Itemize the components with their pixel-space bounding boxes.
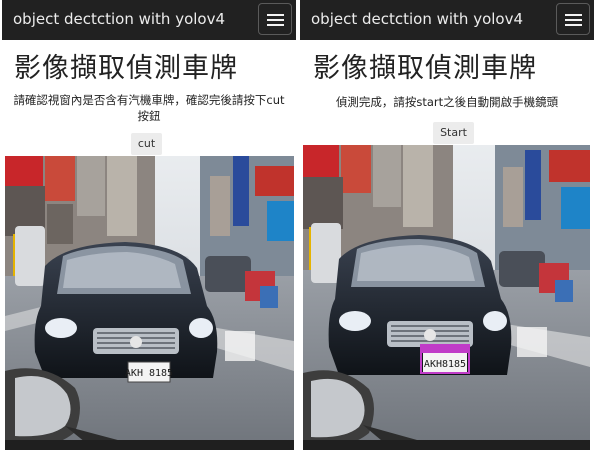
navbar: object dectction with yolov4 (300, 0, 594, 40)
street-scene: AKH8185 (303, 145, 590, 450)
cut-button[interactable]: cut (131, 133, 162, 155)
camera-frame-image: AKH 8185 (5, 156, 294, 450)
detection-label-bar (421, 345, 469, 353)
page-title: 影像擷取偵測車牌 (14, 53, 238, 84)
left-screen: object dectction with yolov4 影像擷取偵測車牌 請確… (2, 0, 296, 450)
menu-toggle-button[interactable] (556, 3, 590, 35)
detection-result-image: AKH8185 (303, 145, 590, 450)
page-title: 影像擷取偵測車牌 (313, 53, 537, 84)
instruction-text: 偵測完成，請按start之後自動開啟手機鏡頭 (335, 95, 559, 109)
street-scene: AKH 8185 (5, 156, 294, 450)
navbar-brand[interactable]: object dectction with yolov4 (311, 10, 523, 28)
navbar-brand[interactable]: object dectction with yolov4 (13, 10, 225, 28)
license-plate-text: AKH8185 (424, 359, 466, 370)
navbar: object dectction with yolov4 (2, 0, 296, 40)
instruction-text: 請確認視窗內是否含有汽機車牌，確認完後請按下cut按鈕 (13, 93, 285, 123)
menu-toggle-button[interactable] (258, 3, 292, 35)
start-button[interactable]: Start (433, 122, 474, 144)
right-screen: object dectction with yolov4 影像擷取偵測車牌 偵測… (300, 0, 594, 450)
license-plate-text: AKH 8185 (125, 368, 173, 379)
